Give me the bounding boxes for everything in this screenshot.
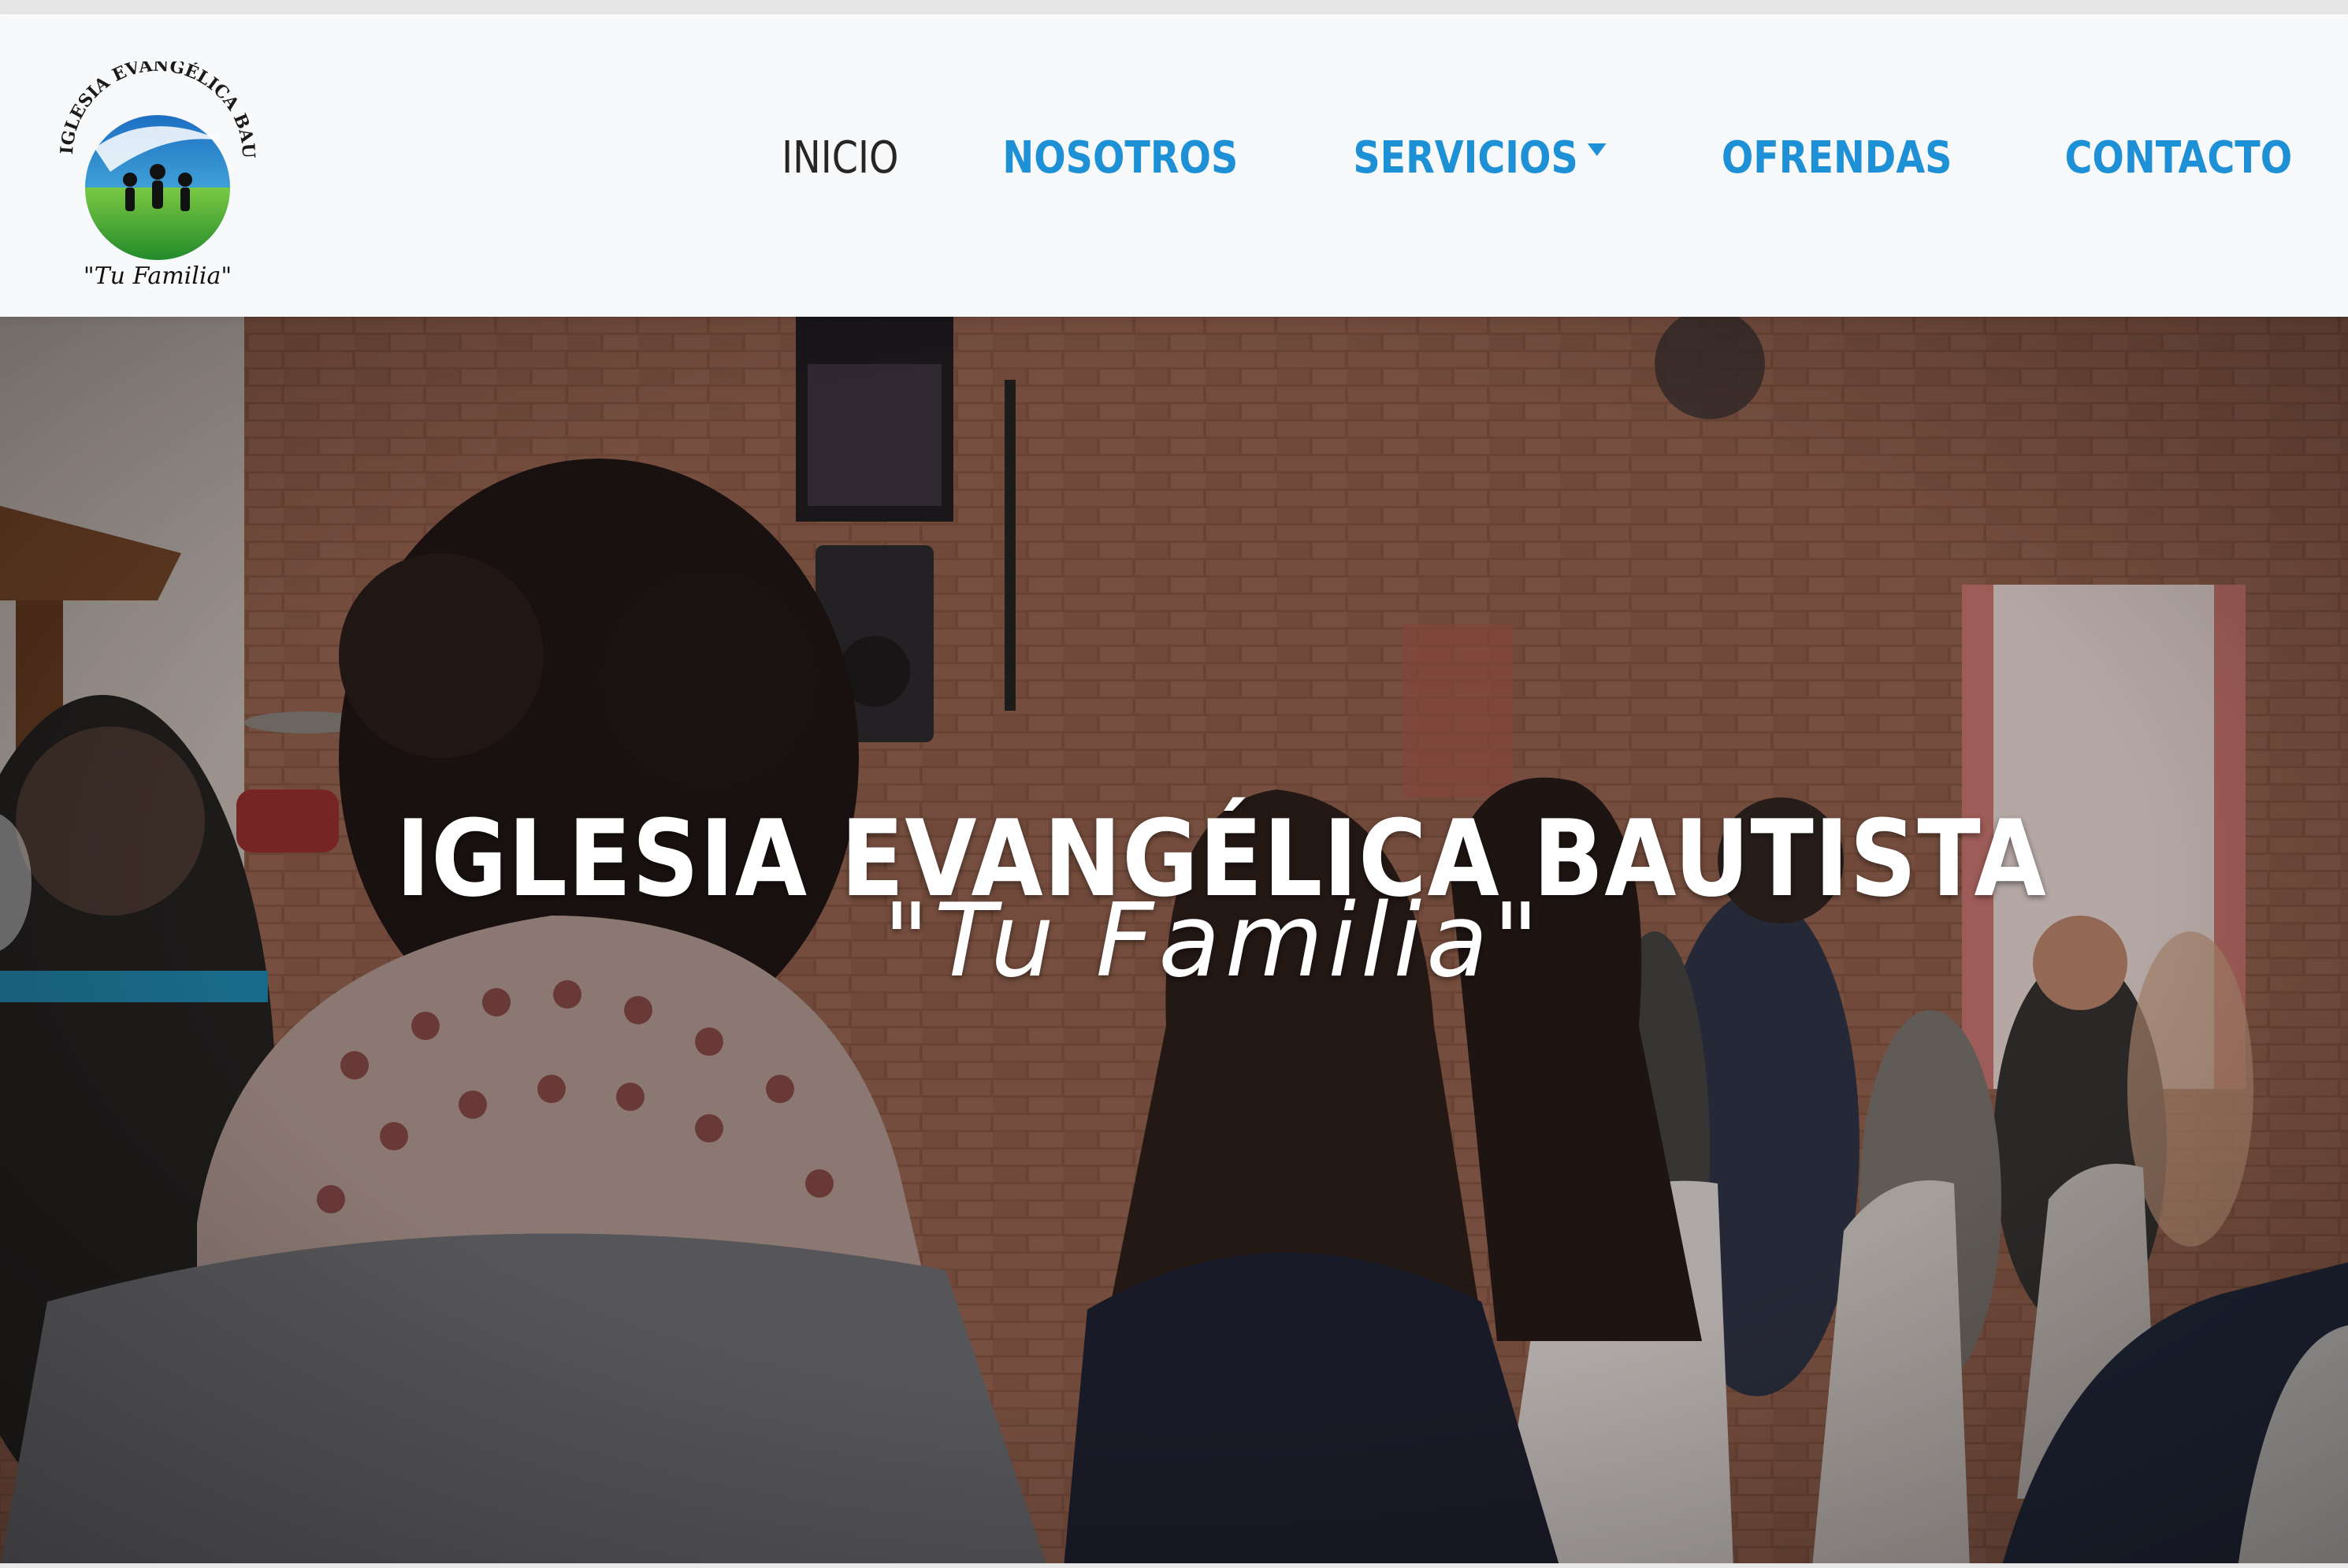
nav-servicios-label: SERVICIOS — [1353, 132, 1579, 184]
top-border — [0, 0, 2348, 14]
caret-down-icon — [1587, 143, 1607, 156]
main-navigation: INICIO NOSOTROS SERVICIOS OFRENDAS CONTA… — [771, 132, 2313, 184]
nav-inicio[interactable]: INICIO — [782, 132, 898, 184]
hero-carousel: IGLESIA EVANGÉLICA BAUTISTA "Tu Familia" — [0, 317, 2348, 1568]
nav-nosotros-label: NOSOTROS — [1002, 132, 1238, 184]
brand-logo[interactable]: IGLESIA EVANGÉLICA BAUTISTA "Tu Familia" — [47, 46, 260, 298]
nav-ofrendas-label: OFRENDAS — [1721, 132, 1952, 184]
nav-contacto-label: CONTACTO — [2064, 132, 2293, 184]
navbar: IGLESIA EVANGÉLICA BAUTISTA "Tu Familia"… — [0, 14, 2348, 317]
nav-contacto[interactable]: CONTACTO — [2065, 132, 2293, 184]
church-logo-icon: IGLESIA EVANGÉLICA BAUTISTA "Tu Familia" — [47, 46, 258, 290]
nav-inicio-label: INICIO — [782, 132, 899, 184]
hero-subtitle: "Tu Familia" — [882, 882, 1544, 1000]
nav-servicios-dropdown[interactable]: SERVICIOS — [1354, 132, 1607, 184]
svg-text:"Tu Familia": "Tu Familia" — [84, 262, 232, 290]
nav-nosotros[interactable]: NOSOTROS — [1002, 132, 1238, 184]
bottom-border — [0, 1563, 2348, 1568]
nav-ofrendas[interactable]: OFRENDAS — [1722, 132, 1952, 184]
